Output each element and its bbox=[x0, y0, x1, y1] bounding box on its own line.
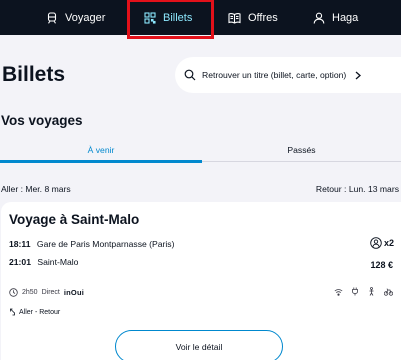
trip-type-label: Aller - Retour bbox=[19, 308, 61, 316]
trip-price: 128 € bbox=[370, 260, 393, 270]
passenger-icon bbox=[370, 237, 382, 249]
departure-time: 18:11 bbox=[9, 239, 31, 249]
accessibility-icon bbox=[384, 288, 393, 296]
page-title: Billets bbox=[2, 63, 66, 86]
departure-row: 18:11 Gare de Paris Montparnasse (Paris) bbox=[9, 239, 174, 249]
trip-type: Aller - Retour bbox=[9, 308, 60, 316]
arrival-time: 21:01 bbox=[9, 257, 31, 267]
nav-label-offres: Offres bbox=[248, 11, 278, 24]
active-tab-indicator bbox=[0, 160, 202, 163]
search-ticket-button[interactable]: Retrouver un titre (billet, carte, optio… bbox=[175, 57, 401, 93]
trip-meta: 2h50 Direct inOui bbox=[9, 288, 84, 297]
trip-duration: 2h50 bbox=[22, 289, 38, 296]
chevron-right-icon bbox=[355, 71, 362, 79]
book-icon bbox=[228, 12, 241, 24]
trip-tabs: À venir Passés bbox=[0, 138, 401, 164]
tab-divider bbox=[202, 161, 401, 162]
nav-label-voyager: Voyager bbox=[65, 11, 106, 24]
nav-item-voyager[interactable]: Voyager bbox=[46, 0, 105, 35]
nav-label-haga: Haga bbox=[332, 11, 359, 24]
departure-station: Gare de Paris Montparnasse (Paris) bbox=[36, 239, 175, 249]
outbound-date: Aller : Mer. 8 mars bbox=[1, 184, 71, 194]
nav-item-offres[interactable]: Offres bbox=[228, 0, 278, 35]
tab-past[interactable]: Passés bbox=[202, 138, 401, 162]
amenities bbox=[334, 287, 393, 296]
bike-icon bbox=[369, 287, 374, 296]
tab-upcoming[interactable]: À venir bbox=[0, 138, 202, 162]
passenger-count-label: x2 bbox=[383, 238, 394, 248]
arrival-row: 21:01 Saint-Malo bbox=[9, 257, 78, 267]
search-label: Retrouver un titre (billet, carte, optio… bbox=[202, 70, 347, 80]
nav-item-haga[interactable]: Haga bbox=[313, 0, 358, 35]
highlight-box bbox=[127, 0, 214, 39]
clock-icon bbox=[9, 288, 18, 297]
train-brand: inOui bbox=[63, 288, 85, 297]
user-icon bbox=[313, 12, 325, 24]
trip-direct: Direct bbox=[41, 289, 60, 296]
arrival-station: Saint-Malo bbox=[37, 257, 79, 267]
wifi-icon bbox=[334, 288, 343, 296]
passenger-count: x2 bbox=[370, 237, 394, 249]
trip-card[interactable]: Voyage à Saint-Malo 18:11 Gare de Paris … bbox=[1, 202, 401, 360]
plug-icon bbox=[352, 287, 358, 296]
top-navigation: Voyager Billets Offres Haga bbox=[0, 0, 401, 39]
search-icon bbox=[184, 69, 196, 81]
round-trip-icon bbox=[10, 308, 15, 316]
view-detail-button[interactable]: Voir le détail bbox=[115, 330, 283, 360]
return-date: Retour : Lun. 13 mars bbox=[315, 184, 399, 194]
section-title: Vos voyages bbox=[1, 113, 83, 128]
trip-title: Voyage à Saint-Malo bbox=[9, 212, 140, 227]
train-icon bbox=[47, 11, 57, 24]
